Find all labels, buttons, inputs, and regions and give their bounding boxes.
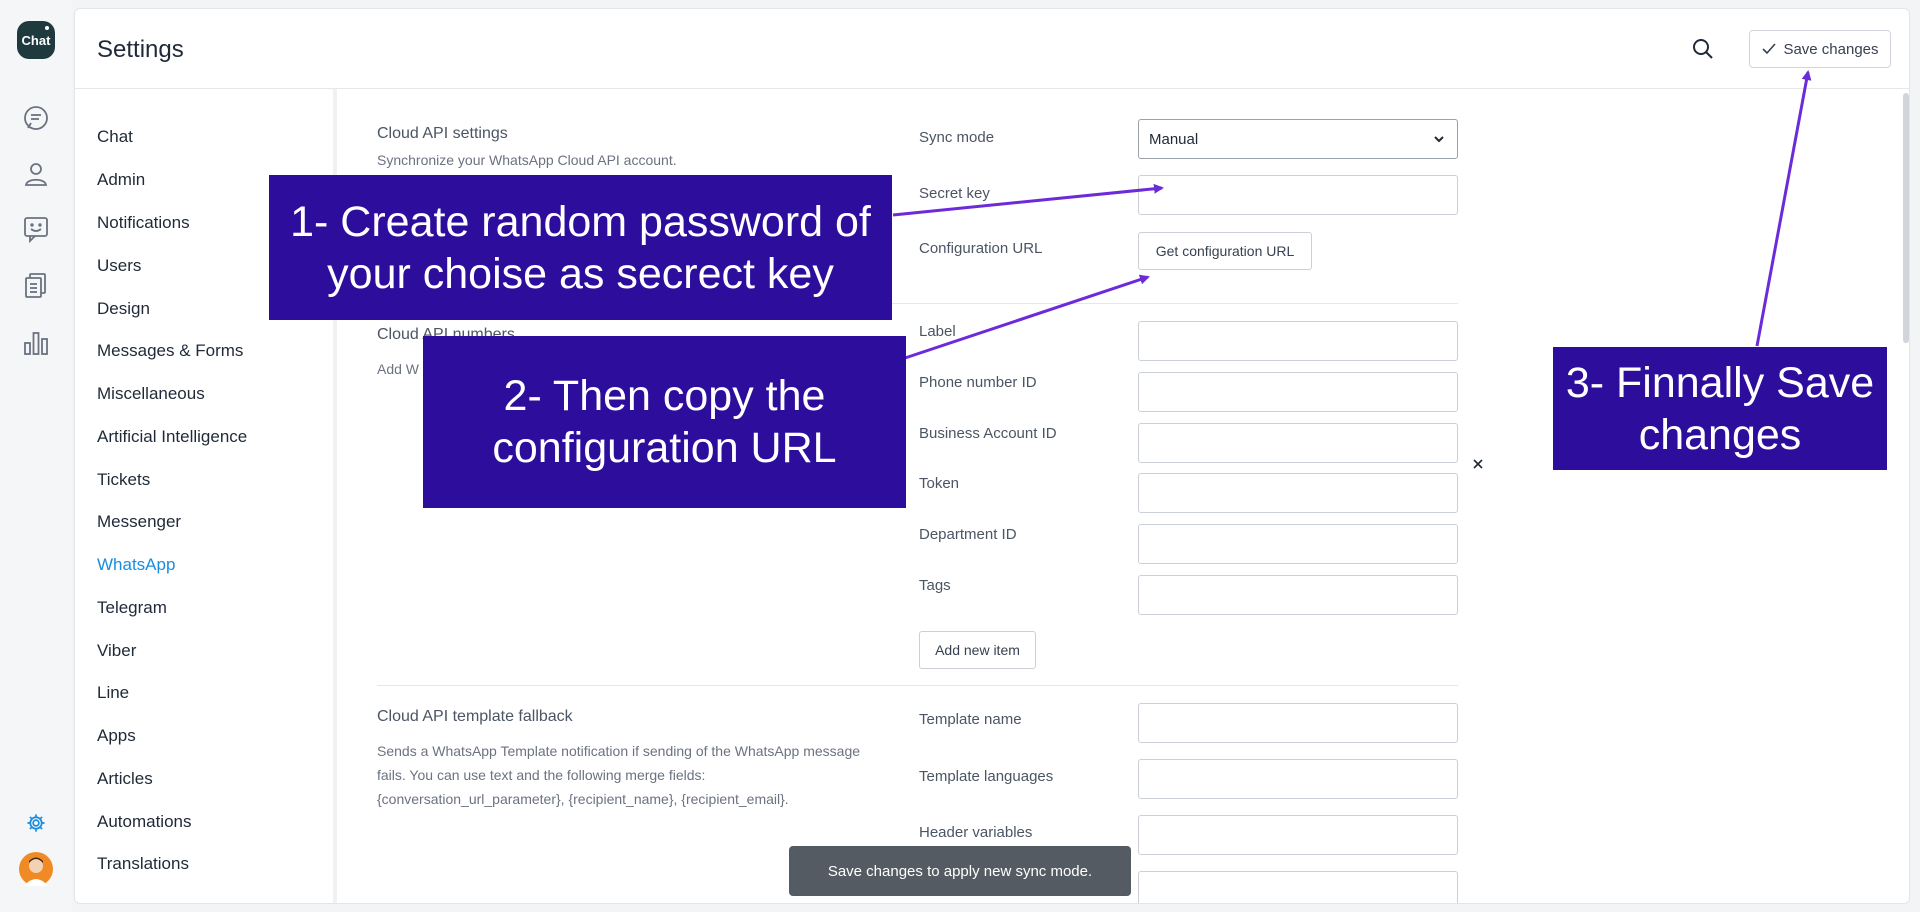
- cloud-api-settings-description: Synchronize your WhatsApp Cloud API acco…: [377, 152, 677, 168]
- header-variables-label: Header variables: [919, 824, 1033, 841]
- template-languages-label: Template languages: [919, 768, 1054, 785]
- nav-item-artificial-intelligence[interactable]: Artificial Intelligence: [97, 427, 247, 447]
- add-new-item-button[interactable]: Add new item: [919, 631, 1036, 669]
- nav-item-apps[interactable]: Apps: [97, 726, 136, 746]
- icon-rail: Chat: [0, 0, 72, 912]
- nav-item-users[interactable]: Users: [97, 256, 141, 276]
- department-id-label: Department ID: [919, 526, 1017, 543]
- token-label: Token: [919, 475, 960, 492]
- bar-chart-icon[interactable]: [22, 329, 50, 357]
- phone-number-id-input[interactable]: [1138, 372, 1458, 412]
- label-field-label: Label: [919, 323, 956, 340]
- toast-text: Save changes to apply new sync mode.: [827, 862, 1093, 880]
- sync-mode-select[interactable]: Manual: [1138, 119, 1458, 159]
- logo-dot: [45, 26, 49, 30]
- nav-item-tickets[interactable]: Tickets: [97, 470, 150, 490]
- chevron-down-icon: [1434, 136, 1444, 143]
- scrollbar[interactable]: [1903, 93, 1909, 343]
- nav-item-viber[interactable]: Viber: [97, 641, 136, 661]
- annotation-step-3: 3- Finnally Save changes: [1553, 347, 1887, 470]
- template-name-label: Template name: [919, 711, 1022, 728]
- annotation-step-2-text: 2- Then copy the configuration URL: [492, 372, 837, 472]
- next-field-input[interactable]: [1138, 871, 1458, 903]
- save-changes-button[interactable]: Save changes: [1749, 30, 1891, 68]
- annotation-step-1-text: 1- Create random password of your choise…: [290, 197, 871, 298]
- toast-notification: Save changes to apply new sync mode.: [789, 846, 1131, 896]
- documents-icon[interactable]: [22, 271, 50, 299]
- token-input[interactable]: [1138, 473, 1458, 513]
- nav-item-articles[interactable]: Articles: [97, 769, 153, 789]
- avatar[interactable]: [19, 852, 53, 886]
- header: Settings Save changes: [75, 9, 1909, 89]
- business-account-id-input[interactable]: [1138, 423, 1458, 463]
- template-fallback-title: Cloud API template fallback: [377, 708, 573, 725]
- annotation-step-3-text: 3- Finnally Save changes: [1565, 358, 1875, 459]
- save-changes-label: Save changes: [1783, 40, 1879, 58]
- app-logo-text: Chat: [21, 32, 51, 48]
- cloud-api-numbers-description: Add W: [377, 361, 420, 377]
- smiley-message-icon[interactable]: [22, 215, 50, 244]
- business-account-id-label: Business Account ID: [919, 425, 1057, 442]
- template-languages-input[interactable]: [1138, 759, 1458, 799]
- department-id-input[interactable]: [1138, 524, 1458, 564]
- nav-item-admin[interactable]: Admin: [97, 170, 145, 190]
- sync-mode-label: Sync mode: [919, 129, 995, 146]
- nav-item-line[interactable]: Line: [97, 683, 129, 703]
- nav-item-whatsapp[interactable]: WhatsApp: [97, 555, 175, 575]
- get-configuration-url-button[interactable]: Get configuration URL: [1138, 232, 1312, 270]
- nav-item-messages-forms[interactable]: Messages & Forms: [97, 341, 243, 361]
- page-title: Settings: [97, 36, 184, 63]
- section-divider: [377, 685, 1458, 686]
- gear-icon[interactable]: [26, 813, 46, 833]
- close-icon[interactable]: [1471, 457, 1485, 471]
- nav-item-design[interactable]: Design: [97, 299, 150, 319]
- header-variables-input[interactable]: [1138, 815, 1458, 855]
- nav-item-notifications[interactable]: Notifications: [97, 213, 190, 233]
- nav-item-telegram[interactable]: Telegram: [97, 598, 167, 618]
- template-name-input[interactable]: [1138, 703, 1458, 743]
- nav-item-miscellaneous[interactable]: Miscellaneous: [97, 384, 205, 404]
- template-fallback-description: Sends a WhatsApp Template notification i…: [377, 743, 861, 807]
- nav-item-messenger[interactable]: Messenger: [97, 512, 181, 532]
- tags-input[interactable]: [1138, 575, 1458, 615]
- chat-bubble-icon[interactable]: [22, 104, 50, 132]
- cloud-api-settings-title: Cloud API settings: [377, 125, 508, 142]
- check-icon: [1762, 43, 1777, 55]
- tags-label: Tags: [919, 577, 951, 594]
- annotation-step-1: 1- Create random password of your choise…: [269, 175, 892, 320]
- nav-item-translations[interactable]: Translations: [97, 854, 189, 874]
- app-logo[interactable]: Chat: [17, 21, 55, 59]
- nav-item-automations[interactable]: Automations: [97, 812, 192, 832]
- annotation-step-2: 2- Then copy the configuration URL: [423, 336, 906, 508]
- secret-key-label: Secret key: [919, 185, 990, 202]
- configuration-url-label: Configuration URL: [919, 240, 1043, 257]
- nav-item-chat[interactable]: Chat: [97, 127, 133, 147]
- label-input[interactable]: [1138, 321, 1458, 361]
- secret-key-input[interactable]: [1138, 175, 1458, 215]
- sync-mode-value: Manual: [1149, 131, 1199, 148]
- search-icon[interactable]: [1689, 35, 1717, 63]
- phone-number-id-label: Phone number ID: [919, 374, 1037, 391]
- user-icon[interactable]: [22, 160, 50, 188]
